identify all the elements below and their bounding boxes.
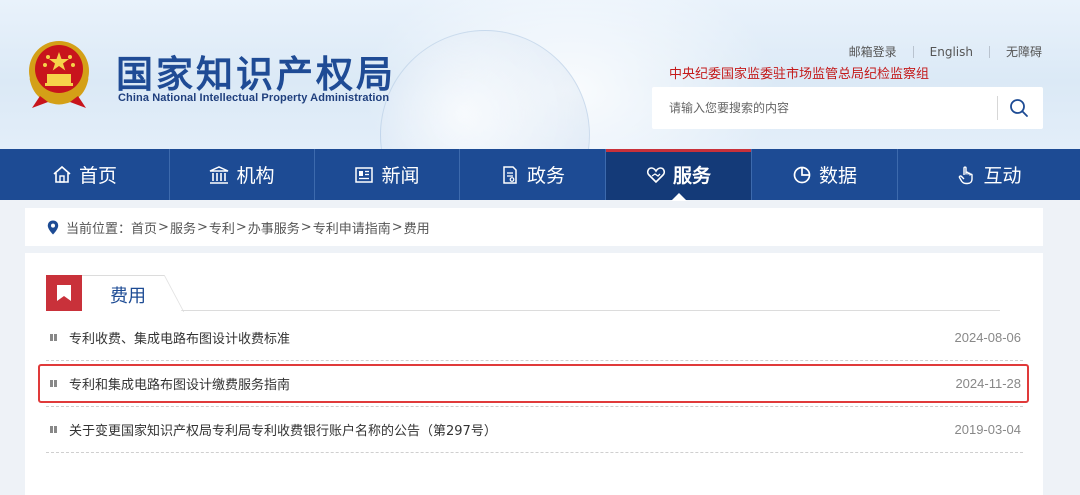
section-header: 费用 (46, 275, 1000, 312)
breadcrumb-fees[interactable]: 费用 (404, 218, 430, 237)
breadcrumb-separator: > (196, 219, 208, 235)
site-subtitle: China National Intellectual Property Adm… (118, 92, 390, 104)
list-item-title[interactable]: 关于变更国家知识产权局专利局专利收费银行账户名称的公告（第297号） (69, 420, 955, 439)
section-bookmark-box (46, 275, 82, 311)
supervision-link[interactable]: 中央纪委国家监委驻市场监管总局纪检监察组 (669, 63, 929, 82)
search-box (652, 87, 1043, 129)
nav-label: 机构 (236, 165, 275, 187)
breadcrumb-office-service[interactable]: 办事服务 (248, 218, 300, 237)
list-item-title[interactable]: 专利收费、集成电路布图设计收费标准 (69, 328, 955, 347)
heart-hand-icon (646, 166, 666, 183)
national-emblem-icon (29, 41, 89, 108)
breadcrumb-prefix: 当前位置： (66, 221, 132, 237)
breadcrumb-separator: > (300, 219, 312, 235)
content-panel: 费用 专利收费、集成电路布图设计收费标准 2024-08-06 专利和集成电路布… (25, 253, 1043, 495)
news-icon (355, 166, 374, 183)
accessibility-link[interactable]: 无障碍 (990, 43, 1042, 60)
nav-service[interactable]: 服务 (606, 149, 752, 201)
site-title[interactable]: 国家知识产权局 (116, 44, 396, 98)
breadcrumb-patent[interactable]: 专利 (209, 218, 235, 237)
main-nav: 首页 机构 新闻 政务 服务 数据 互动 (0, 149, 1080, 201)
list-item[interactable]: 关于变更国家知识产权局专利局专利收费银行账户名称的公告（第297号） 2019-… (46, 407, 1023, 453)
list-item-highlighted[interactable]: 专利和集成电路布图设计缴费服务指南 2024-11-28 (38, 361, 1029, 407)
breadcrumb-application-guide[interactable]: 专利申请指南 (313, 218, 391, 237)
list-bullet-icon (50, 334, 57, 341)
nav-home[interactable]: 首页 (0, 149, 170, 200)
nav-label: 新闻 (381, 165, 420, 187)
list-item[interactable]: 专利收费、集成电路布图设计收费标准 2024-08-06 (46, 315, 1023, 361)
search-divider (997, 96, 998, 120)
location-pin-icon (47, 220, 59, 234)
mail-login-link[interactable]: 邮箱登录 (833, 43, 913, 60)
breadcrumb-separator: > (158, 219, 169, 235)
list-item-date: 2019-03-04 (954, 422, 1022, 437)
breadcrumb: 当前位置： 首页 > 服务 > 专利 > 办事服务 > 专利申请指南 > 费用 (25, 208, 1043, 246)
pie-chart-icon (793, 166, 811, 183)
home-icon (53, 165, 71, 183)
breadcrumb-separator: > (391, 219, 403, 235)
english-link[interactable]: English (914, 45, 989, 59)
nav-data[interactable]: 数据 (752, 149, 898, 200)
article-list: 专利收费、集成电路布图设计收费标准 2024-08-06 专利和集成电路布图设计… (38, 315, 1029, 453)
hand-pointer-icon (959, 165, 974, 184)
nav-news[interactable]: 新闻 (315, 149, 460, 200)
breadcrumb-home[interactable]: 首页 (131, 218, 157, 237)
list-item-title[interactable]: 专利和集成电路布图设计缴费服务指南 (69, 374, 955, 393)
nav-label: 服务 (672, 165, 711, 187)
nav-label: 政务 (526, 165, 565, 187)
institution-icon (210, 165, 229, 184)
bookmark-icon (57, 285, 71, 301)
list-item-date: 2024-08-06 (954, 330, 1022, 345)
search-icon (1010, 99, 1028, 117)
nav-label: 数据 (818, 165, 857, 187)
document-icon (503, 165, 517, 184)
list-bullet-icon (50, 426, 57, 433)
breadcrumb-service[interactable]: 服务 (170, 218, 196, 237)
nav-government-affairs[interactable]: 政务 (460, 149, 606, 200)
top-links: 邮箱登录 English 无障碍 (833, 43, 1042, 60)
nav-institution[interactable]: 机构 (170, 149, 315, 200)
search-button[interactable] (1004, 95, 1034, 121)
search-input[interactable] (652, 87, 996, 129)
section-title: 费用 (110, 286, 146, 307)
nav-interaction[interactable]: 互动 (898, 149, 1080, 200)
nav-label: 互动 (983, 165, 1022, 187)
list-bullet-icon (50, 380, 57, 387)
section-tab-edge (164, 275, 184, 312)
nav-label: 首页 (78, 165, 117, 187)
breadcrumb-separator: > (235, 219, 247, 235)
site-header: 国家知识产权局 China National Intellectual Prop… (0, 0, 1080, 149)
list-item-date: 2024-11-28 (955, 376, 1021, 391)
